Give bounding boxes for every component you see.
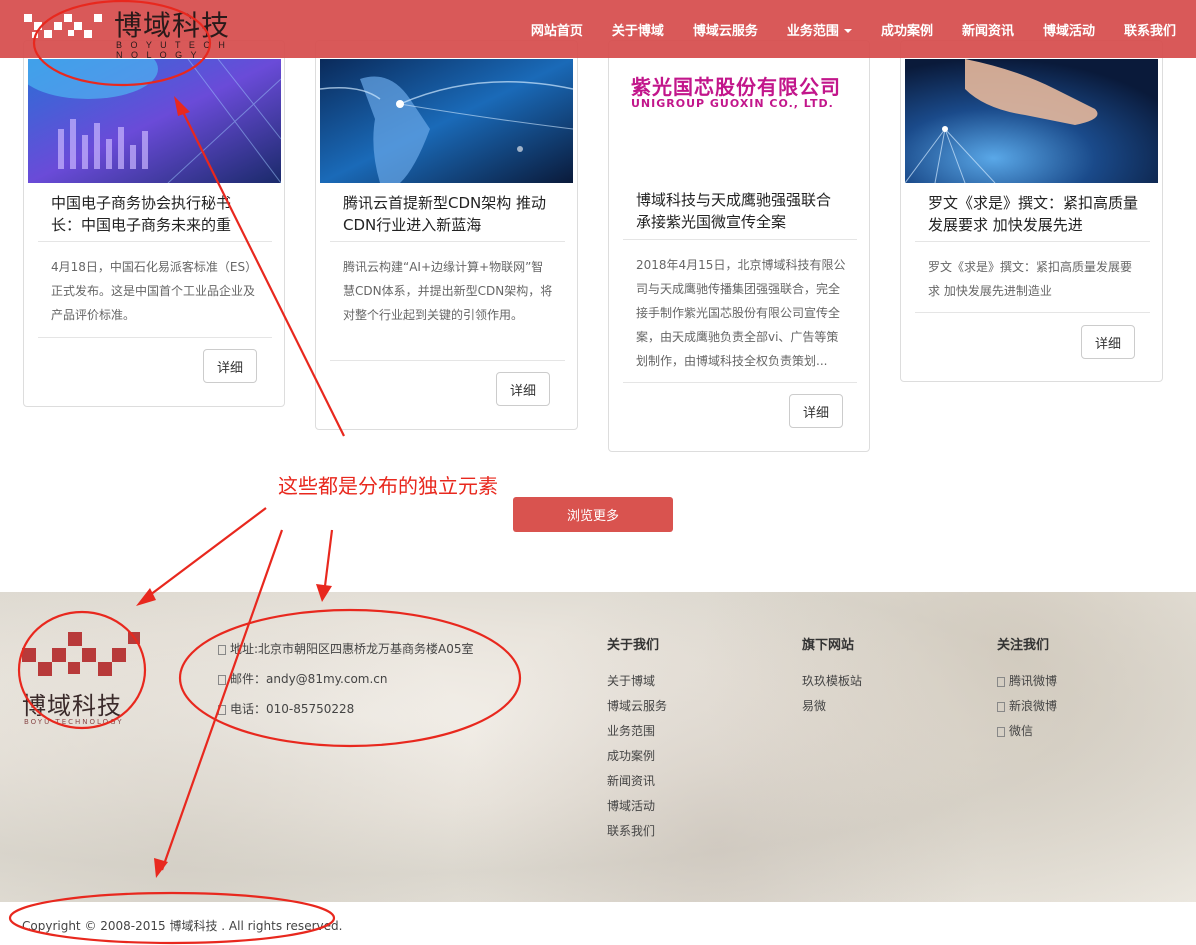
card-divider [915,241,1150,242]
detail-button-3[interactable]: 详细 [789,394,843,428]
location-icon [218,644,226,655]
browse-more-button[interactable]: 浏览更多 [513,497,673,532]
address-text: 地址:北京市朝阳区四惠桥龙万基商务楼A05室 [230,642,474,656]
footer-logo-subtitle: BOYU TECHNOLOGY [24,718,124,726]
footer-logo-text: 博域科技 [22,692,122,720]
footer-phone: 电话：010-85750228 [218,700,354,717]
nav-events[interactable]: 博域活动 [1043,20,1095,39]
news-title-3[interactable]: 博域科技与天成鹰驰强强联合承接紫光国微宣传全案 [636,189,841,233]
footer-site-link[interactable]: 易微 [802,697,826,714]
detail-button-2[interactable]: 详细 [496,372,550,406]
email-icon [218,674,226,685]
follow-label: 新浪微博 [1009,699,1058,713]
footer-follow-title: 关注我们 [997,638,1050,653]
card-divider [330,241,565,242]
wechat-icon [997,726,1005,737]
news-card-1: 中国电子商务协会执行秘书长：中国电子商务未来的重 4月18日，中国石化易派客标准… [23,40,285,407]
news-card-3: 紫光国芯股份有限公司 UNIGROUP GUOXIN CO., LTD. 博域科… [608,40,870,452]
news-desc-1: 4月18日，中国石化易派客标准（ES）正式发布。这是中国首个工业品企业及产品评价… [51,260,258,322]
phone-icon [218,704,226,715]
card-divider [623,239,857,240]
nav-news[interactable]: 新闻资讯 [962,20,1014,39]
news-desc-4: 罗文《求是》撰文：紧扣高质量发展要求 加快发展先进制造业 [928,260,1133,298]
news-card-4: 罗文《求是》撰文：紧扣高质量发展要求 加快发展先进 罗文《求是》撰文：紧扣高质量… [900,40,1163,382]
footer-follow-tencent[interactable]: 腾讯微博 [997,672,1057,689]
footer-about-link[interactable]: 新闻资讯 [607,772,655,789]
news-desc-2: 腾讯云构建“AI+边缘计算+物联网”智慧CDN体系，并提出新型CDN架构，将对整… [343,260,553,322]
detail-button-1[interactable]: 详细 [203,349,257,383]
sina-weibo-icon [997,701,1005,712]
footer-about-link[interactable]: 业务范围 [607,722,655,739]
footer-about-title: 关于我们 [607,638,660,653]
footer-follow-wechat[interactable]: 微信 [997,722,1033,739]
unigroup-logo-text: 紫光国芯股份有限公司 [631,75,841,99]
footer-logo[interactable]: 博域科技 BOYU TECHNOLOGY [22,630,142,730]
site-logo[interactable]: 博域科技 B O Y U T E C H N O L O G Y [24,4,234,60]
footer-logo-pixel-icon [22,632,140,676]
logo-subtitle: B O Y U T E C H N O L O G Y [116,40,228,60]
news-image-3[interactable]: 紫光国芯股份有限公司 UNIGROUP GUOXIN CO., LTD. [613,59,866,183]
nav-cases[interactable]: 成功案例 [881,20,933,39]
card-divider [915,312,1150,313]
footer-sites-title: 旗下网站 [802,638,855,653]
follow-label: 腾讯微博 [1009,674,1058,688]
footer-about-link[interactable]: 关于博域 [607,672,655,689]
news-image-1[interactable] [28,59,281,183]
phone-text: 电话：010-85750228 [230,702,355,716]
footer-address: 地址:北京市朝阳区四惠桥龙万基商务楼A05室 [218,640,474,657]
footer-about-link[interactable]: 博域云服务 [607,697,667,714]
nav-about[interactable]: 关于博域 [612,20,664,39]
footer-about-link[interactable]: 博域活动 [607,797,655,814]
unigroup-logo-en: UNIGROUP GUOXIN CO., LTD. [631,97,834,110]
logo-text: 博域科技 [114,9,231,42]
nav-cloud[interactable]: 博域云服务 [693,20,758,39]
main-nav: 网站首页 关于博域 博域云服务 业务范围 成功案例 新闻资讯 博域活动 联系我们 [502,0,1176,58]
email-text: 邮件：andy@81my.com.cn [230,672,388,686]
footer-follow-sina[interactable]: 新浪微博 [997,697,1057,714]
news-image-4[interactable] [905,59,1158,183]
follow-label: 微信 [1009,724,1034,738]
footer-site-link[interactable]: 玖玖模板站 [802,672,862,689]
logo-pixel-icon [24,14,102,38]
card-divider [38,241,272,242]
site-footer: 博域科技 BOYU TECHNOLOGY 地址:北京市朝阳区四惠桥龙万基商务楼A… [0,592,1196,902]
nav-home[interactable]: 网站首页 [531,20,583,39]
copyright-text: Copyright © 2008-2015 博域科技 . All rights … [22,919,343,933]
annotation-arrow-to-contact [322,529,334,595]
card-divider [623,382,857,383]
news-card-2: 腾讯云首提新型CDN架构 推动CDN行业进入新蓝海 腾讯云构建“AI+边缘计算+… [315,40,578,430]
news-desc-3: 2018年4月15日，北京博域科技有限公司与天成鹰驰传播集团强强联合，完全接手制… [636,258,846,368]
tencent-weibo-icon [997,676,1005,687]
detail-button-4[interactable]: 详细 [1081,325,1135,359]
footer-about-link[interactable]: 联系我们 [607,822,655,839]
card-divider [330,360,565,361]
news-title-4[interactable]: 罗文《求是》撰文：紧扣高质量发展要求 加快发展先进 [928,192,1138,236]
footer-email[interactable]: 邮件：andy@81my.com.cn [218,670,388,687]
annotation-arrow-to-footer-logo [145,507,267,599]
caret-down-icon [843,29,852,33]
top-navbar: 博域科技 B O Y U T E C H N O L O G Y 网站首页 关于… [0,0,1196,60]
news-image-2[interactable] [320,59,573,183]
nav-contact[interactable]: 联系我们 [1124,20,1176,39]
annotation-label: 这些都是分布的独立元素 [278,474,498,498]
card-divider [38,337,272,338]
nav-business-label: 业务范围 [786,23,839,39]
nav-business-dropdown[interactable]: 业务范围 [787,20,852,39]
footer-about-link[interactable]: 成功案例 [607,747,655,764]
news-title-1[interactable]: 中国电子商务协会执行秘书长：中国电子商务未来的重 [51,192,256,236]
news-title-2[interactable]: 腾讯云首提新型CDN架构 推动CDN行业进入新蓝海 [343,192,553,236]
